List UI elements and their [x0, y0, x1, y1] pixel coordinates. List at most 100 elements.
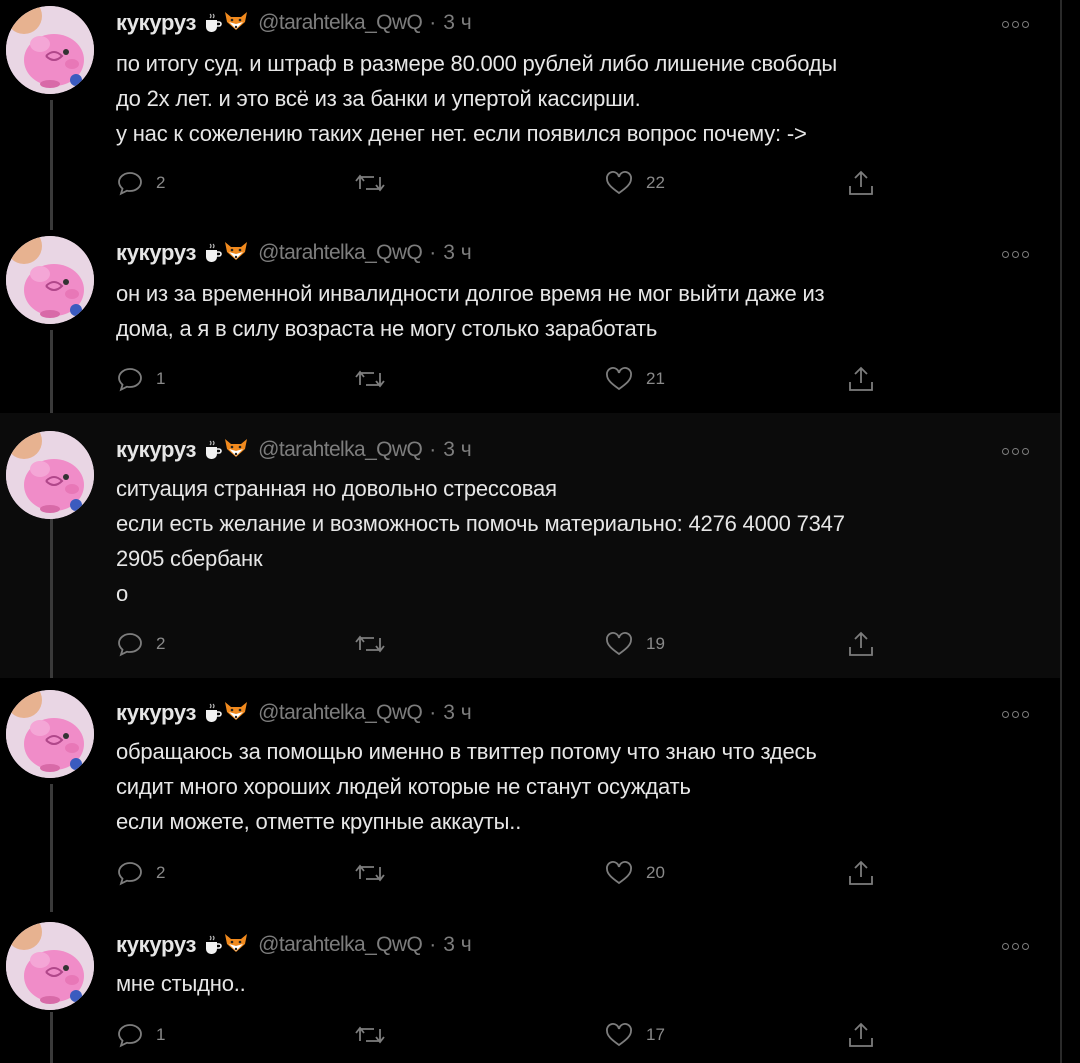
retweet-button[interactable]	[354, 168, 398, 198]
more-options-icon[interactable]	[1002, 708, 1032, 720]
coffee-emoji-icon	[204, 701, 248, 725]
share-button[interactable]	[846, 629, 876, 659]
heart-icon	[606, 632, 632, 656]
fox-emoji-icon	[224, 701, 248, 725]
like-button[interactable]: 21	[604, 364, 665, 394]
thread-line	[50, 513, 53, 678]
tweet[interactable]: кукуруз @tarahtelka_QwQ · 3 ч он из за в…	[0, 230, 1060, 413]
share-icon	[849, 631, 873, 656]
retweet-icon	[355, 635, 385, 653]
heart-icon	[606, 1023, 632, 1047]
tweet-header: кукуруз @tarahtelka_QwQ · 3 ч	[116, 238, 472, 268]
reply-button[interactable]: 1	[116, 1020, 165, 1050]
like-count: 17	[646, 1025, 665, 1044]
reply-count: 2	[156, 634, 166, 653]
display-name[interactable]: кукуруз	[116, 932, 196, 958]
more-options-icon[interactable]	[1002, 248, 1032, 260]
tweet-text: мне стыдно..	[116, 971, 246, 996]
display-name[interactable]: кукуруз	[116, 700, 196, 726]
reply-count: 1	[156, 369, 166, 388]
separator-dot: ·	[429, 11, 437, 34]
user-handle[interactable]: @tarahtelka_QwQ	[258, 438, 423, 462]
tweet-text: он из за временной инвалидности долгое в…	[116, 281, 825, 341]
share-button[interactable]	[846, 1020, 876, 1050]
timestamp[interactable]: 3 ч	[443, 438, 471, 462]
user-handle[interactable]: @tarahtelka_QwQ	[258, 933, 423, 957]
user-handle[interactable]: @tarahtelka_QwQ	[258, 701, 423, 725]
user-handle[interactable]: @tarahtelka_QwQ	[258, 11, 423, 35]
more-options-icon[interactable]	[1002, 445, 1032, 457]
like-button[interactable]: 19	[604, 629, 665, 659]
retweet-button[interactable]	[354, 629, 398, 659]
display-name[interactable]: кукуруз	[116, 10, 196, 36]
retweet-button[interactable]	[354, 858, 398, 888]
reply-button[interactable]: 2	[116, 858, 165, 888]
fox-emoji-icon	[224, 11, 248, 35]
heart-icon	[606, 367, 632, 391]
reply-icon	[118, 368, 142, 392]
separator-dot: ·	[429, 241, 437, 264]
user-handle[interactable]: @tarahtelka_QwQ	[258, 241, 423, 265]
tweet-actions: 2 20	[116, 858, 886, 888]
pig-avatar-image	[6, 6, 94, 94]
avatar[interactable]	[6, 6, 94, 94]
avatar[interactable]	[6, 236, 94, 324]
retweet-icon	[355, 370, 385, 388]
avatar[interactable]	[6, 431, 94, 519]
avatar[interactable]	[6, 922, 94, 1010]
share-icon	[849, 860, 873, 885]
like-button[interactable]: 20	[604, 858, 665, 888]
retweet-button[interactable]	[354, 364, 398, 394]
timestamp[interactable]: 3 ч	[443, 11, 471, 35]
fox-emoji-icon	[224, 438, 248, 462]
tweet-header: кукуруз @tarahtelka_QwQ · 3 ч	[116, 435, 472, 465]
display-name[interactable]: кукуруз	[116, 437, 196, 463]
coffee-emoji-icon	[204, 11, 248, 35]
timestamp[interactable]: 3 ч	[443, 701, 471, 725]
tweet-actions: 2 22	[116, 168, 886, 198]
tweet[interactable]: кукуруз @tarahtelka_QwQ · 3 ч по итогу с…	[0, 0, 1060, 230]
tweet-header: кукуруз @tarahtelka_QwQ · 3 ч	[116, 8, 472, 38]
reply-button[interactable]: 1	[116, 364, 165, 394]
avatar[interactable]	[6, 690, 94, 778]
tweet-text: обращаюсь за помощью именно в твиттер по…	[116, 739, 817, 834]
reply-icon	[118, 172, 142, 196]
display-name[interactable]: кукуруз	[116, 240, 196, 266]
like-count: 20	[646, 863, 665, 882]
timestamp[interactable]: 3 ч	[443, 241, 471, 265]
tweet[interactable]: кукуруз @tarahtelka_QwQ · 3 ч обращаюсь …	[0, 678, 1060, 912]
tweet-actions: 1 17	[116, 1020, 886, 1050]
pig-avatar-image	[6, 922, 94, 1010]
share-button[interactable]	[846, 364, 876, 394]
like-button[interactable]: 22	[604, 168, 665, 198]
reply-count: 1	[156, 1025, 166, 1044]
timestamp[interactable]: 3 ч	[443, 933, 471, 957]
reply-icon	[118, 633, 142, 657]
thread-line	[50, 784, 53, 912]
more-options-icon[interactable]	[1002, 940, 1032, 952]
reply-button[interactable]: 2	[116, 629, 165, 659]
retweet-button[interactable]	[354, 1020, 398, 1050]
tweet-actions: 1 21	[116, 364, 886, 394]
tweet[interactable]: кукуруз @tarahtelka_QwQ · 3 ч ситуация с…	[0, 413, 1060, 678]
pig-avatar-image	[6, 236, 94, 324]
like-button[interactable]: 17	[604, 1020, 665, 1050]
pig-avatar-image	[6, 431, 94, 519]
pig-avatar-image	[6, 690, 94, 778]
reply-count: 2	[156, 173, 166, 192]
share-button[interactable]	[846, 858, 876, 888]
thread-line	[50, 1012, 53, 1063]
tweet-thread: кукуруз @tarahtelka_QwQ · 3 ч по итогу с…	[0, 0, 1060, 1063]
more-options-icon[interactable]	[1002, 18, 1032, 30]
retweet-icon	[355, 1026, 385, 1044]
separator-dot: ·	[429, 933, 437, 956]
separator-dot: ·	[429, 438, 437, 461]
share-button[interactable]	[846, 168, 876, 198]
tweet[interactable]: кукуруз @tarahtelka_QwQ · 3 ч мне стыдно…	[0, 912, 1060, 1063]
tweet-header: кукуруз @tarahtelka_QwQ · 3 ч	[116, 698, 472, 728]
tweet-actions: 2 19	[116, 629, 886, 659]
thread-line	[50, 100, 53, 230]
reply-button[interactable]: 2	[116, 168, 165, 198]
fox-emoji-icon	[224, 933, 248, 957]
column-border	[1060, 0, 1062, 1063]
